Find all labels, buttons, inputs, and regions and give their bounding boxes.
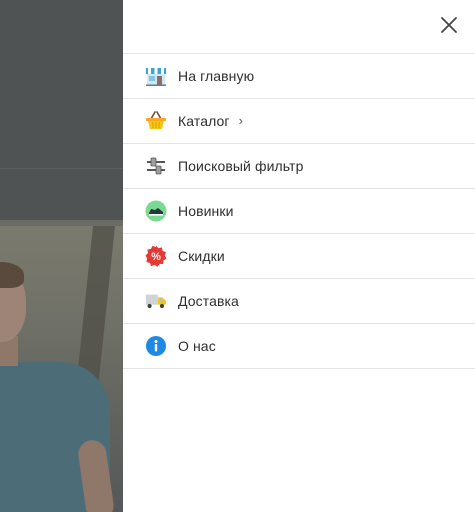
chevron-right-icon: ›	[238, 112, 243, 128]
close-icon	[441, 17, 457, 33]
menu-item-label: Новинки	[178, 203, 234, 219]
info-icon	[145, 335, 167, 357]
menu-item-label: Доставка	[178, 293, 239, 309]
menu-item-search-filter[interactable]: Поисковый фильтр	[123, 144, 475, 189]
discount-badge-icon: %	[145, 245, 167, 267]
drawer-header	[123, 0, 475, 54]
delivery-truck-icon	[145, 290, 167, 312]
overlay-divider	[0, 168, 123, 169]
close-button[interactable]	[439, 15, 459, 35]
sliders-icon	[145, 155, 167, 177]
menu-item-label: Скидки	[178, 248, 225, 264]
menu-item-new-arrivals[interactable]: Новинки	[123, 189, 475, 234]
menu-item-label: Поисковый фильтр	[178, 158, 304, 174]
storefront-icon	[145, 65, 167, 87]
main-menu: На главную Каталог › Поисковый фильтр Но…	[123, 54, 475, 369]
menu-item-delivery[interactable]: Доставка	[123, 279, 475, 324]
basket-icon	[145, 110, 167, 132]
side-menu-drawer: На главную Каталог › Поисковый фильтр Но…	[123, 0, 475, 512]
menu-item-label: На главную	[178, 68, 255, 84]
menu-item-label: О нас	[178, 338, 216, 354]
menu-item-label: Каталог	[178, 113, 230, 129]
dimmed-page-overlay[interactable]	[0, 0, 123, 512]
menu-item-discounts[interactable]: % Скидки	[123, 234, 475, 279]
menu-item-about[interactable]: О нас	[123, 324, 475, 369]
overlay-header-area	[0, 0, 123, 220]
menu-item-catalog[interactable]: Каталог ›	[123, 99, 475, 144]
svg-text:%: %	[151, 251, 161, 263]
menu-item-home[interactable]: На главную	[123, 54, 475, 99]
sneaker-icon	[145, 200, 167, 222]
